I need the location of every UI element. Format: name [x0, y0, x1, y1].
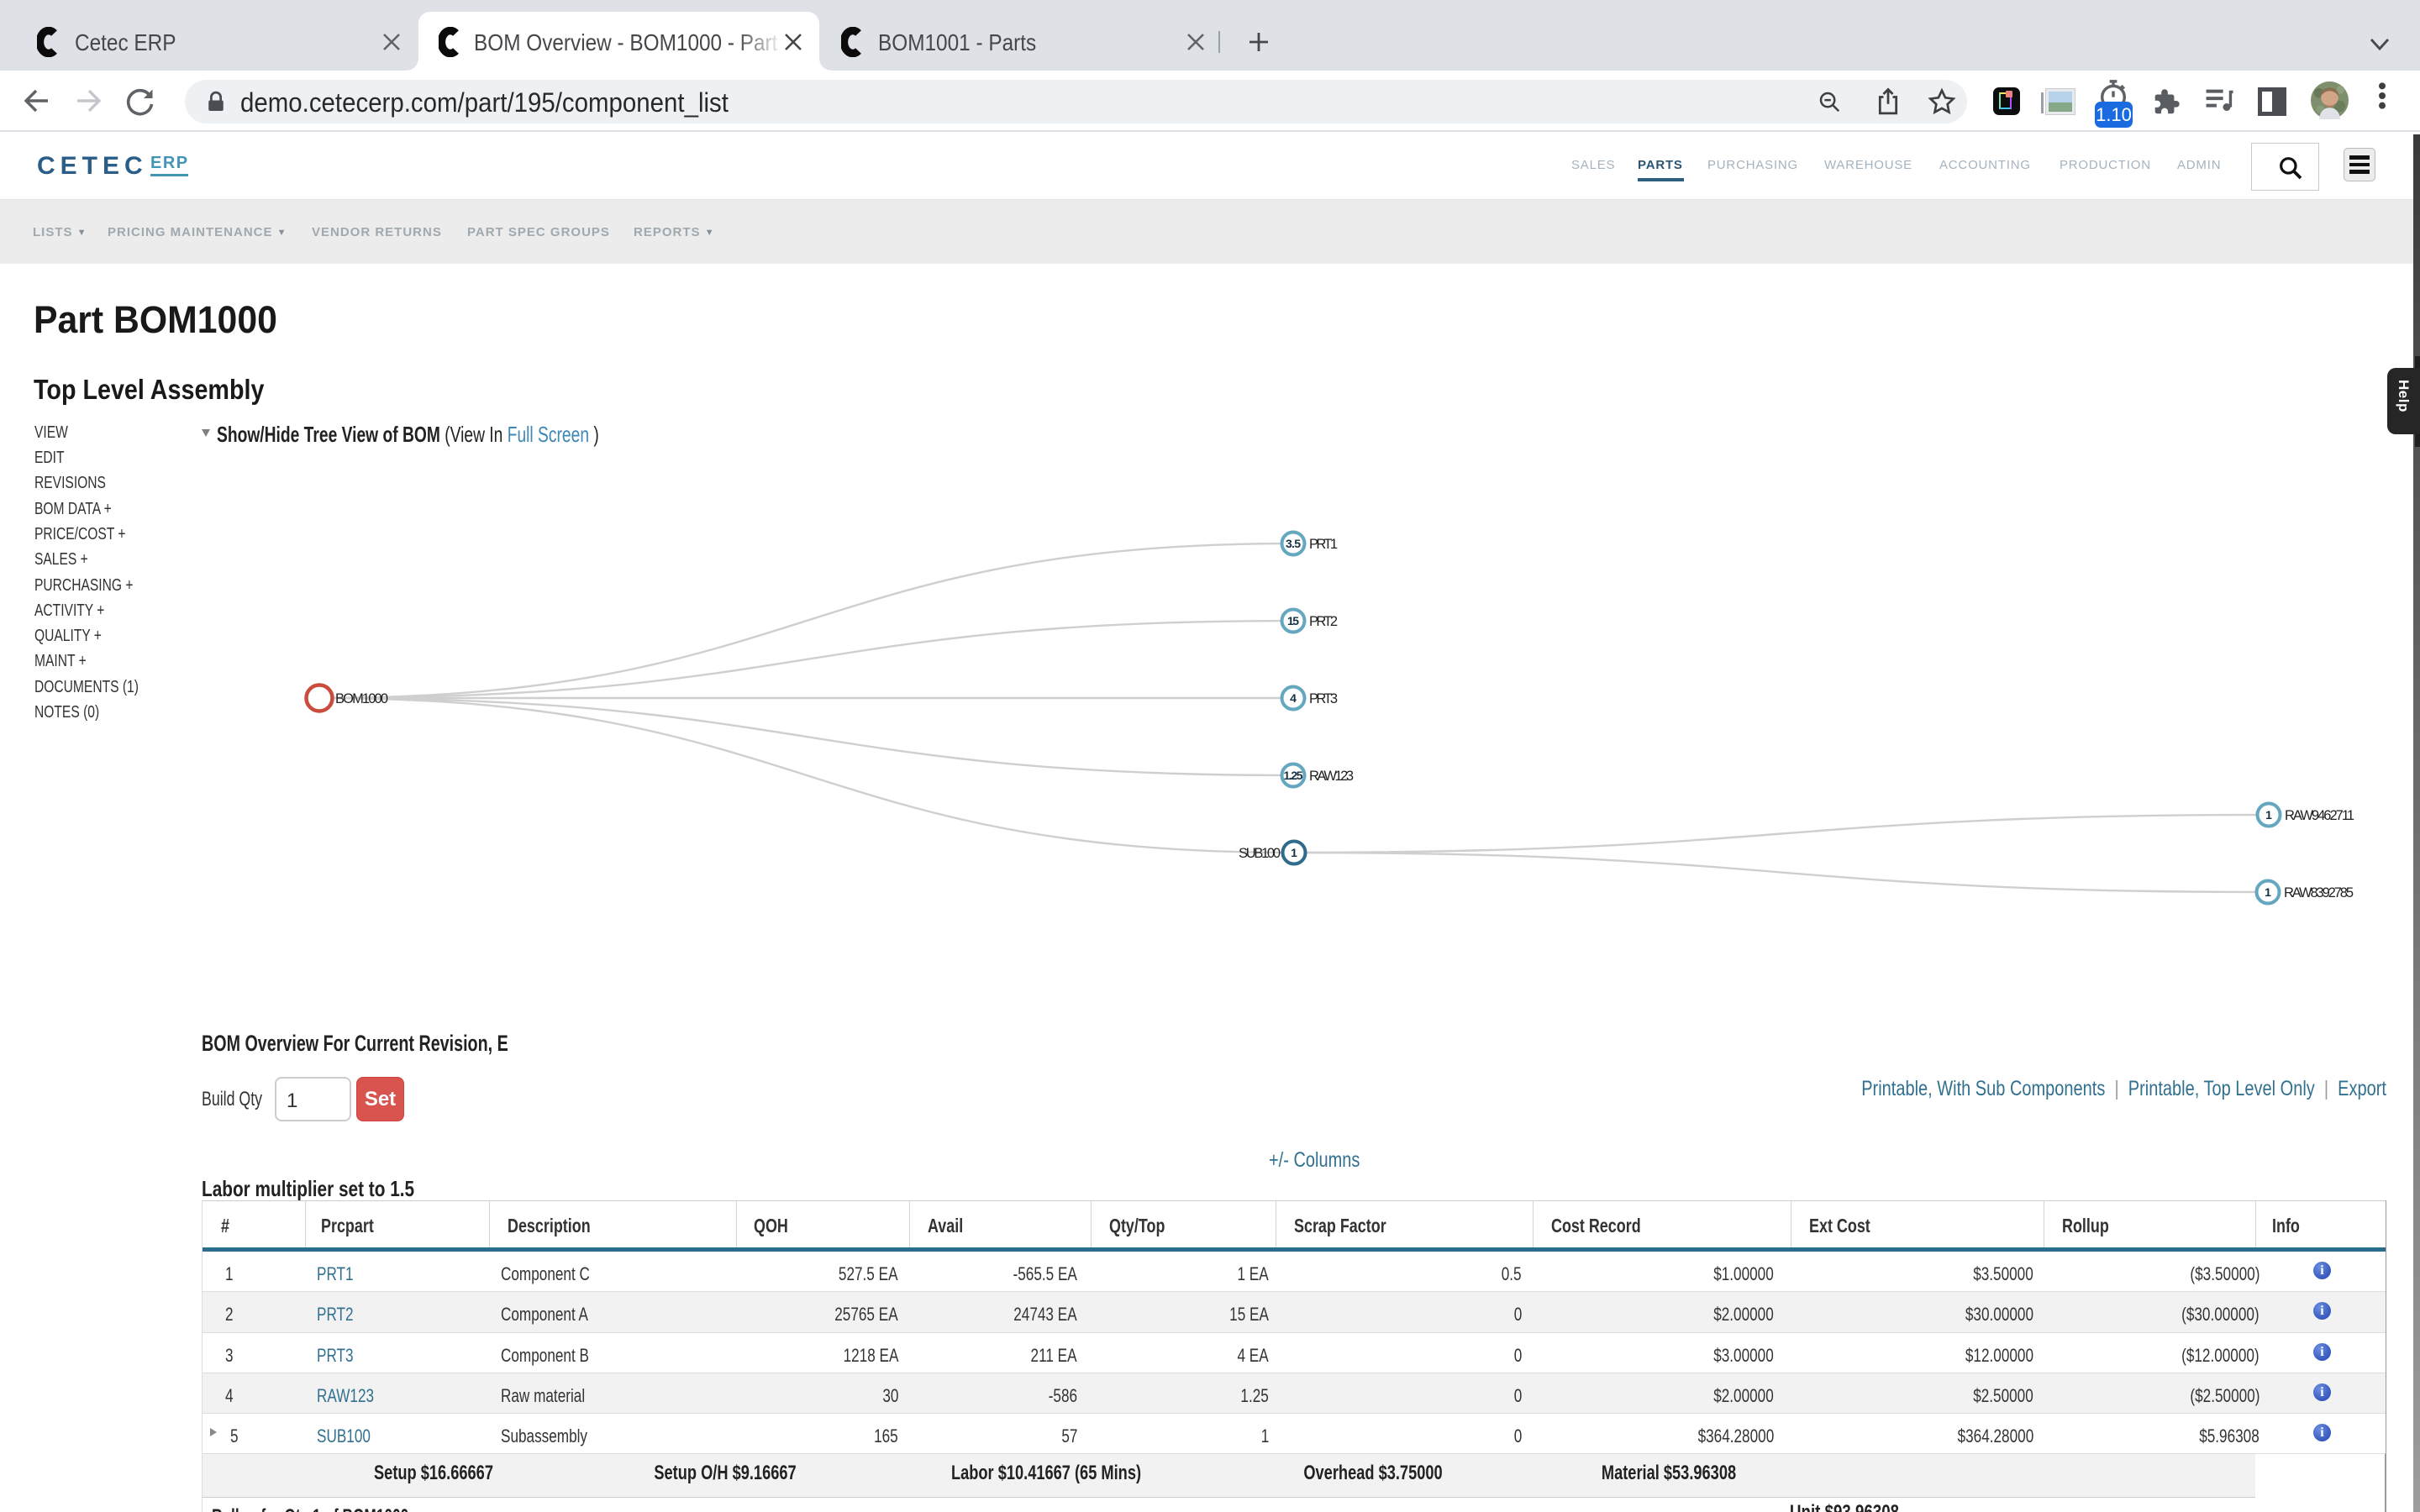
- svg-text:BOM1000: BOM1000: [335, 691, 388, 706]
- svg-text:3.5: 3.5: [1286, 537, 1301, 550]
- svg-text:1: 1: [1291, 846, 1297, 859]
- svg-text:4: 4: [1290, 691, 1297, 705]
- svg-text:1: 1: [2265, 808, 2272, 822]
- svg-text:1.25: 1.25: [1284, 769, 1303, 782]
- svg-text:RAW8392785: RAW8392785: [2284, 885, 2354, 900]
- svg-text:PRT1: PRT1: [1309, 537, 1338, 552]
- svg-text:RAW123: RAW123: [1309, 769, 1354, 784]
- svg-text:1: 1: [2265, 885, 2271, 899]
- svg-text:SUB100: SUB100: [1239, 846, 1281, 861]
- svg-text:PRT3: PRT3: [1309, 691, 1338, 706]
- svg-text:PRT2: PRT2: [1309, 614, 1338, 629]
- svg-text:15: 15: [1287, 614, 1299, 627]
- svg-text:RAW9462711: RAW9462711: [2285, 808, 2354, 823]
